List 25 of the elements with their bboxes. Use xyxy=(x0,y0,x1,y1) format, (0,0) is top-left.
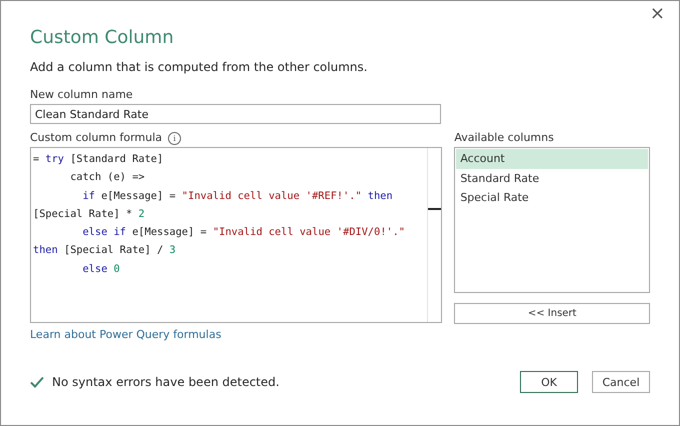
code-line: else 0 xyxy=(82,262,120,277)
dialog-description: Add a column that is computed from the other columns. xyxy=(30,59,368,75)
help-link[interactable]: Learn about Power Query formulas xyxy=(30,328,222,341)
info-icon[interactable]: i xyxy=(168,132,182,144)
ok-button[interactable]: OK xyxy=(520,371,578,393)
code-line: = try [Standard Rate] xyxy=(33,152,164,167)
code-line: catch (e) => xyxy=(69,170,145,186)
code-line: if e[Message] = "Invalid cell value '#REF!'." then xyxy=(82,188,393,204)
status-message: No syntax errors have been detected. xyxy=(52,375,280,389)
list-label: Available columns xyxy=(454,131,555,145)
column-item[interactable]: Standard Rate xyxy=(456,168,648,188)
column-item[interactable]: Special Rate xyxy=(456,188,648,208)
close-button[interactable]: × xyxy=(646,3,669,24)
formula-editor[interactable]: = try [Standard Rate] catch (e) => if e[Message] = "Invalid cell value '#REF!'." then [Special Rate] * 2 else if e[Message] = "Invalid cell value '#DIV/0!'." then [Special Rate] / 3 else 0 xyxy=(30,147,442,323)
cancel-button[interactable]: Cancel xyxy=(592,371,650,393)
insert-button[interactable]: << Insert xyxy=(454,303,650,324)
column-item[interactable]: Account xyxy=(456,149,648,168)
field-label: New column name xyxy=(30,88,134,102)
code-line: [Special Rate] * 2 xyxy=(33,206,145,222)
column-name-field[interactable]: Clean Standard Rate xyxy=(30,104,441,124)
code-line: else if e[Message] = "Invalid cell value '#DIV/0!'." xyxy=(82,225,405,240)
field-label: Custom column formula xyxy=(30,131,162,145)
code-line: then [Special Rate] / 3 xyxy=(33,243,176,258)
scrollbar[interactable] xyxy=(427,148,442,322)
dialog-title: Custom Column xyxy=(30,26,175,50)
